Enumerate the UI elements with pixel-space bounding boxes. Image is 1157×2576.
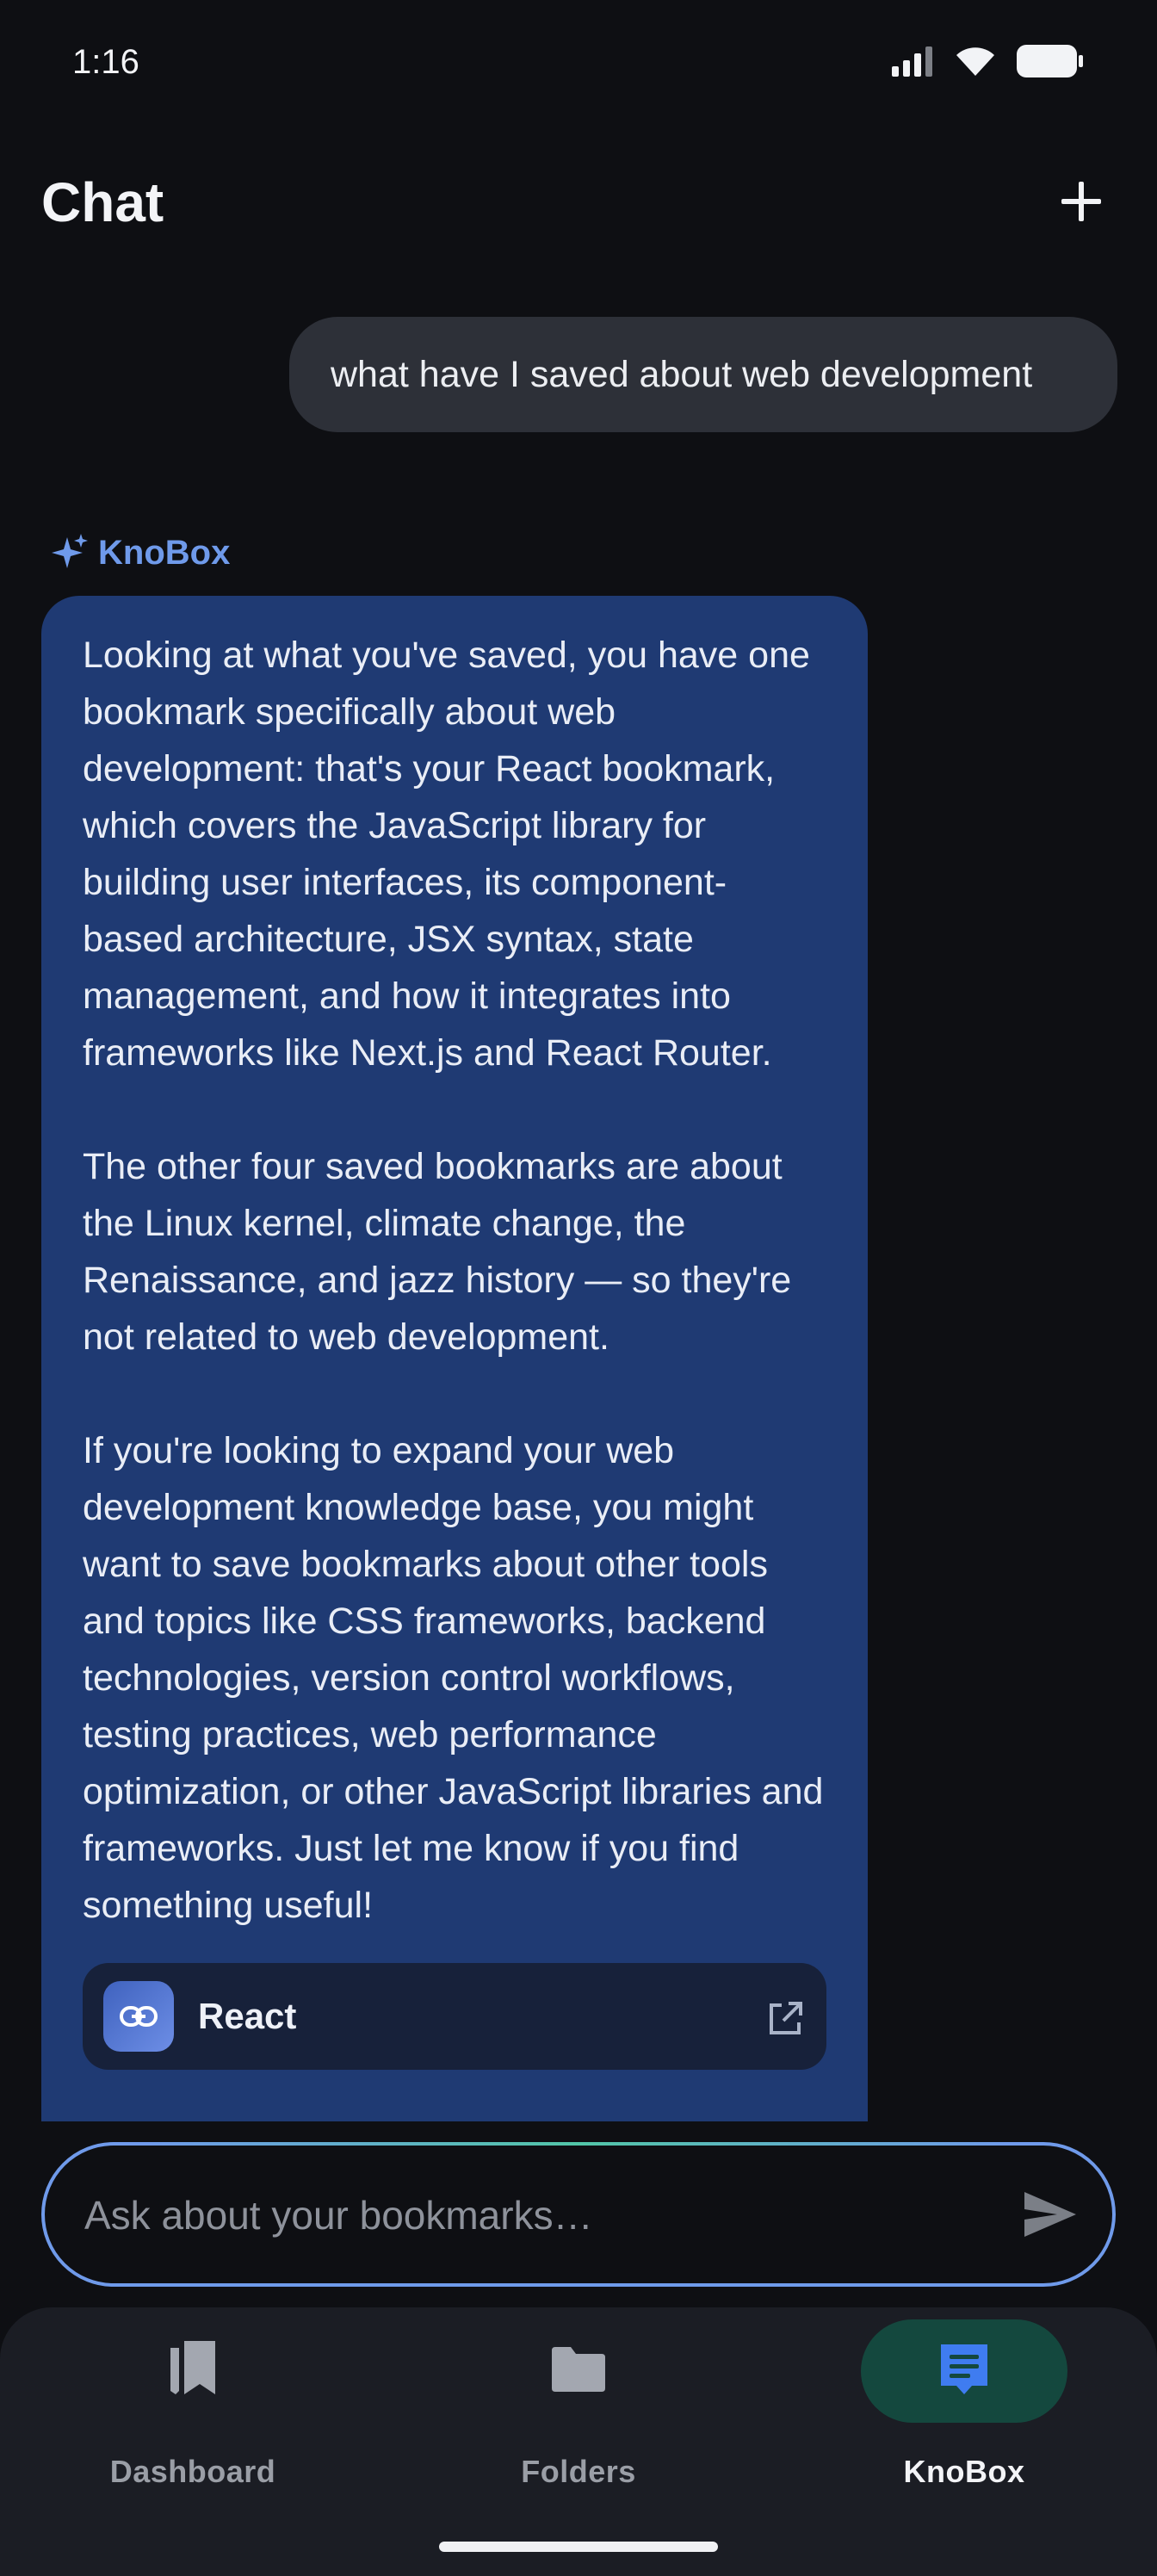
- chat-input[interactable]: [83, 2180, 947, 2251]
- assistant-message-bubble: Looking at what you've saved, you have o…: [41, 596, 868, 2121]
- home-indicator[interactable]: [439, 2542, 718, 2552]
- nav-label-dashboard: Dashboard: [109, 2454, 276, 2489]
- sparkle-icon: [52, 532, 90, 574]
- chat-conversation[interactable]: what have I saved about web development …: [0, 293, 1157, 2121]
- page-title: Chat: [41, 171, 164, 233]
- chat-input-bar: [41, 2142, 1116, 2287]
- new-chat-button[interactable]: [1047, 169, 1116, 238]
- plus-icon: [1058, 178, 1104, 229]
- nav-label-knobox: KnoBox: [903, 2454, 1025, 2489]
- send-icon: [1023, 2190, 1078, 2243]
- status-icons: [892, 43, 1085, 83]
- assistant-paragraph: Looking at what you've saved, you have o…: [83, 635, 810, 1074]
- assistant-paragraph: If you're looking to expand your web dev…: [83, 1430, 824, 1926]
- signal-icon: [892, 46, 935, 81]
- wifi-icon: [954, 45, 997, 82]
- battery-icon: [1016, 44, 1085, 83]
- folder-icon: [548, 2345, 609, 2398]
- user-message-bubble: what have I saved about web development: [289, 317, 1117, 432]
- assistant-label: KnoBox: [52, 532, 230, 574]
- bookmarks-icon: [167, 2339, 219, 2404]
- source-card-react[interactable]: React: [83, 1963, 826, 2070]
- nav-icon-container-active: [861, 2319, 1067, 2423]
- nav-label-folders: Folders: [521, 2454, 636, 2489]
- nav-icon-container: [475, 2319, 682, 2423]
- status-time: 1:16: [72, 43, 139, 81]
- nav-item-folders[interactable]: Folders: [386, 2307, 771, 2514]
- header: Chat: [0, 155, 1157, 250]
- nav-item-knobox[interactable]: KnoBox: [771, 2307, 1157, 2514]
- knobox-icon: [937, 2341, 991, 2402]
- status-bar: 1:16: [0, 0, 1157, 129]
- nav-item-dashboard[interactable]: Dashboard: [0, 2307, 386, 2514]
- source-title: React: [198, 1996, 297, 2036]
- send-button[interactable]: [1018, 2183, 1083, 2249]
- open-external-icon[interactable]: [766, 1997, 804, 2035]
- user-message-text: what have I saved about web development: [331, 354, 1033, 395]
- assistant-name: KnoBox: [98, 534, 231, 572]
- bottom-navigation: Dashboard Folders KnoBox: [0, 2307, 1157, 2576]
- nav-icon-container: [90, 2319, 296, 2423]
- assistant-paragraph: The other four saved bookmarks are about…: [83, 1146, 792, 1358]
- link-icon: [103, 1981, 174, 2052]
